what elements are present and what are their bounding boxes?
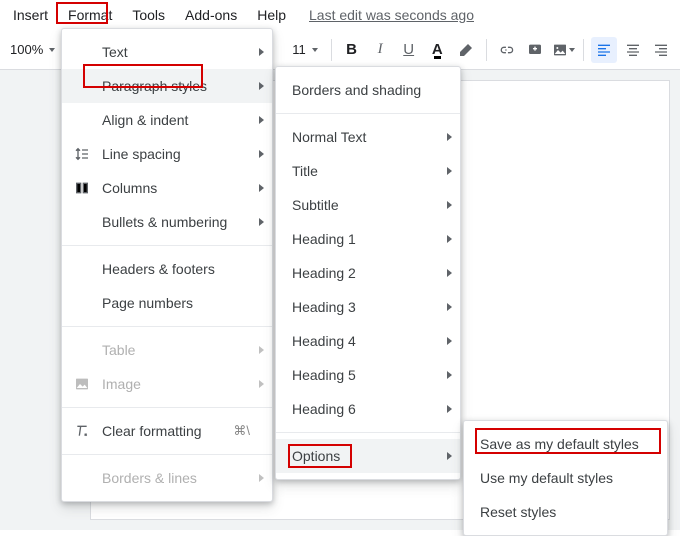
submenu-arrow-icon: [447, 337, 452, 345]
submenu-arrow-icon: [259, 184, 264, 192]
submenu-arrow-icon: [259, 150, 264, 158]
menu-page-numbers[interactable]: Page numbers: [62, 286, 272, 320]
submenu-arrow-icon: [259, 48, 264, 56]
menu-use-default[interactable]: Use my default styles: [464, 461, 667, 495]
submenu-arrow-icon: [447, 201, 452, 209]
align-center-button[interactable]: [620, 37, 646, 63]
submenu-arrow-icon: [447, 167, 452, 175]
menu-format[interactable]: Format: [59, 4, 121, 26]
submenu-arrow-icon: [447, 452, 452, 460]
menu-insert[interactable]: Insert: [4, 4, 57, 26]
highlighter-icon: [458, 42, 474, 58]
link-button[interactable]: [494, 37, 520, 63]
separator: [62, 326, 272, 327]
comment-button[interactable]: [522, 37, 548, 63]
menu-heading-6[interactable]: Heading 6: [276, 392, 460, 426]
submenu-arrow-icon: [447, 405, 452, 413]
menu-heading-3[interactable]: Heading 3: [276, 290, 460, 324]
last-edit-link[interactable]: Last edit was seconds ago: [309, 7, 474, 23]
menu-addons[interactable]: Add-ons: [176, 4, 246, 26]
chevron-down-icon: [312, 48, 318, 52]
submenu-arrow-icon: [447, 303, 452, 311]
submenu-arrow-icon: [447, 371, 452, 379]
menu-tools[interactable]: Tools: [123, 4, 174, 26]
menu-heading-2[interactable]: Heading 2: [276, 256, 460, 290]
shortcut-label: ⌘\: [233, 423, 250, 439]
image-button[interactable]: [551, 37, 577, 63]
separator: [276, 432, 460, 433]
menu-table: Table: [62, 333, 272, 367]
separator: [276, 113, 460, 114]
text-color-button[interactable]: A: [424, 37, 450, 63]
columns-icon: [72, 178, 92, 198]
menu-subtitle[interactable]: Subtitle: [276, 188, 460, 222]
submenu-arrow-icon: [259, 218, 264, 226]
menu-clear-formatting[interactable]: Clear formatting ⌘\: [62, 414, 272, 448]
separator: [486, 39, 487, 61]
menu-title[interactable]: Title: [276, 154, 460, 188]
submenu-arrow-icon: [259, 116, 264, 124]
align-center-icon: [625, 42, 641, 58]
menu-reset[interactable]: Reset styles: [464, 495, 667, 529]
underline-button[interactable]: U: [396, 37, 422, 63]
align-right-icon: [653, 42, 669, 58]
submenu-arrow-icon: [259, 474, 264, 482]
menu-columns[interactable]: Columns: [62, 171, 272, 205]
submenu-arrow-icon: [259, 380, 264, 388]
image-icon: [72, 374, 92, 394]
bold-button[interactable]: B: [339, 37, 365, 63]
menu-bullets-numbering[interactable]: Bullets & numbering: [62, 205, 272, 239]
menu-borders-lines: Borders & lines: [62, 461, 272, 495]
clear-formatting-icon: [72, 421, 92, 441]
menu-borders-shading[interactable]: Borders and shading: [276, 73, 460, 107]
add-comment-icon: [527, 42, 543, 58]
menu-line-spacing[interactable]: Line spacing: [62, 137, 272, 171]
line-spacing-icon: [72, 144, 92, 164]
submenu-arrow-icon: [259, 346, 264, 354]
format-menu-dropdown: Text Paragraph styles Align & indent Lin…: [61, 28, 273, 502]
chevron-down-icon: [49, 48, 55, 52]
separator: [331, 39, 332, 61]
menu-text[interactable]: Text: [62, 35, 272, 69]
zoom-select[interactable]: 100%: [6, 40, 59, 59]
menu-align-indent[interactable]: Align & indent: [62, 103, 272, 137]
align-right-button[interactable]: [648, 37, 674, 63]
menu-heading-4[interactable]: Heading 4: [276, 324, 460, 358]
chevron-down-icon: [569, 48, 575, 52]
menu-image: Image: [62, 367, 272, 401]
highlight-button[interactable]: [453, 37, 479, 63]
separator: [62, 407, 272, 408]
options-dropdown: Save as my default styles Use my default…: [463, 420, 668, 536]
menu-normal-text[interactable]: Normal Text: [276, 120, 460, 154]
align-left-icon: [596, 42, 612, 58]
paragraph-styles-dropdown: Borders and shading Normal Text Title Su…: [275, 66, 461, 480]
align-left-button[interactable]: [591, 37, 617, 63]
zoom-value: 100%: [10, 42, 43, 57]
separator: [583, 39, 584, 61]
font-size-value: 11: [292, 42, 306, 57]
menu-paragraph-styles[interactable]: Paragraph styles: [62, 69, 272, 103]
submenu-arrow-icon: [447, 235, 452, 243]
submenu-arrow-icon: [447, 133, 452, 141]
submenu-arrow-icon: [447, 269, 452, 277]
submenu-arrow-icon: [259, 82, 264, 90]
menu-heading-1[interactable]: Heading 1: [276, 222, 460, 256]
menu-save-default[interactable]: Save as my default styles: [464, 427, 667, 461]
font-size-select[interactable]: 11: [286, 40, 324, 59]
menu-options[interactable]: Options: [276, 439, 460, 473]
menu-heading-5[interactable]: Heading 5: [276, 358, 460, 392]
italic-button[interactable]: I: [367, 37, 393, 63]
menu-headers-footers[interactable]: Headers & footers: [62, 252, 272, 286]
image-icon: [552, 42, 568, 58]
separator: [62, 454, 272, 455]
link-icon: [498, 42, 514, 58]
separator: [62, 245, 272, 246]
menu-help[interactable]: Help: [248, 4, 295, 26]
